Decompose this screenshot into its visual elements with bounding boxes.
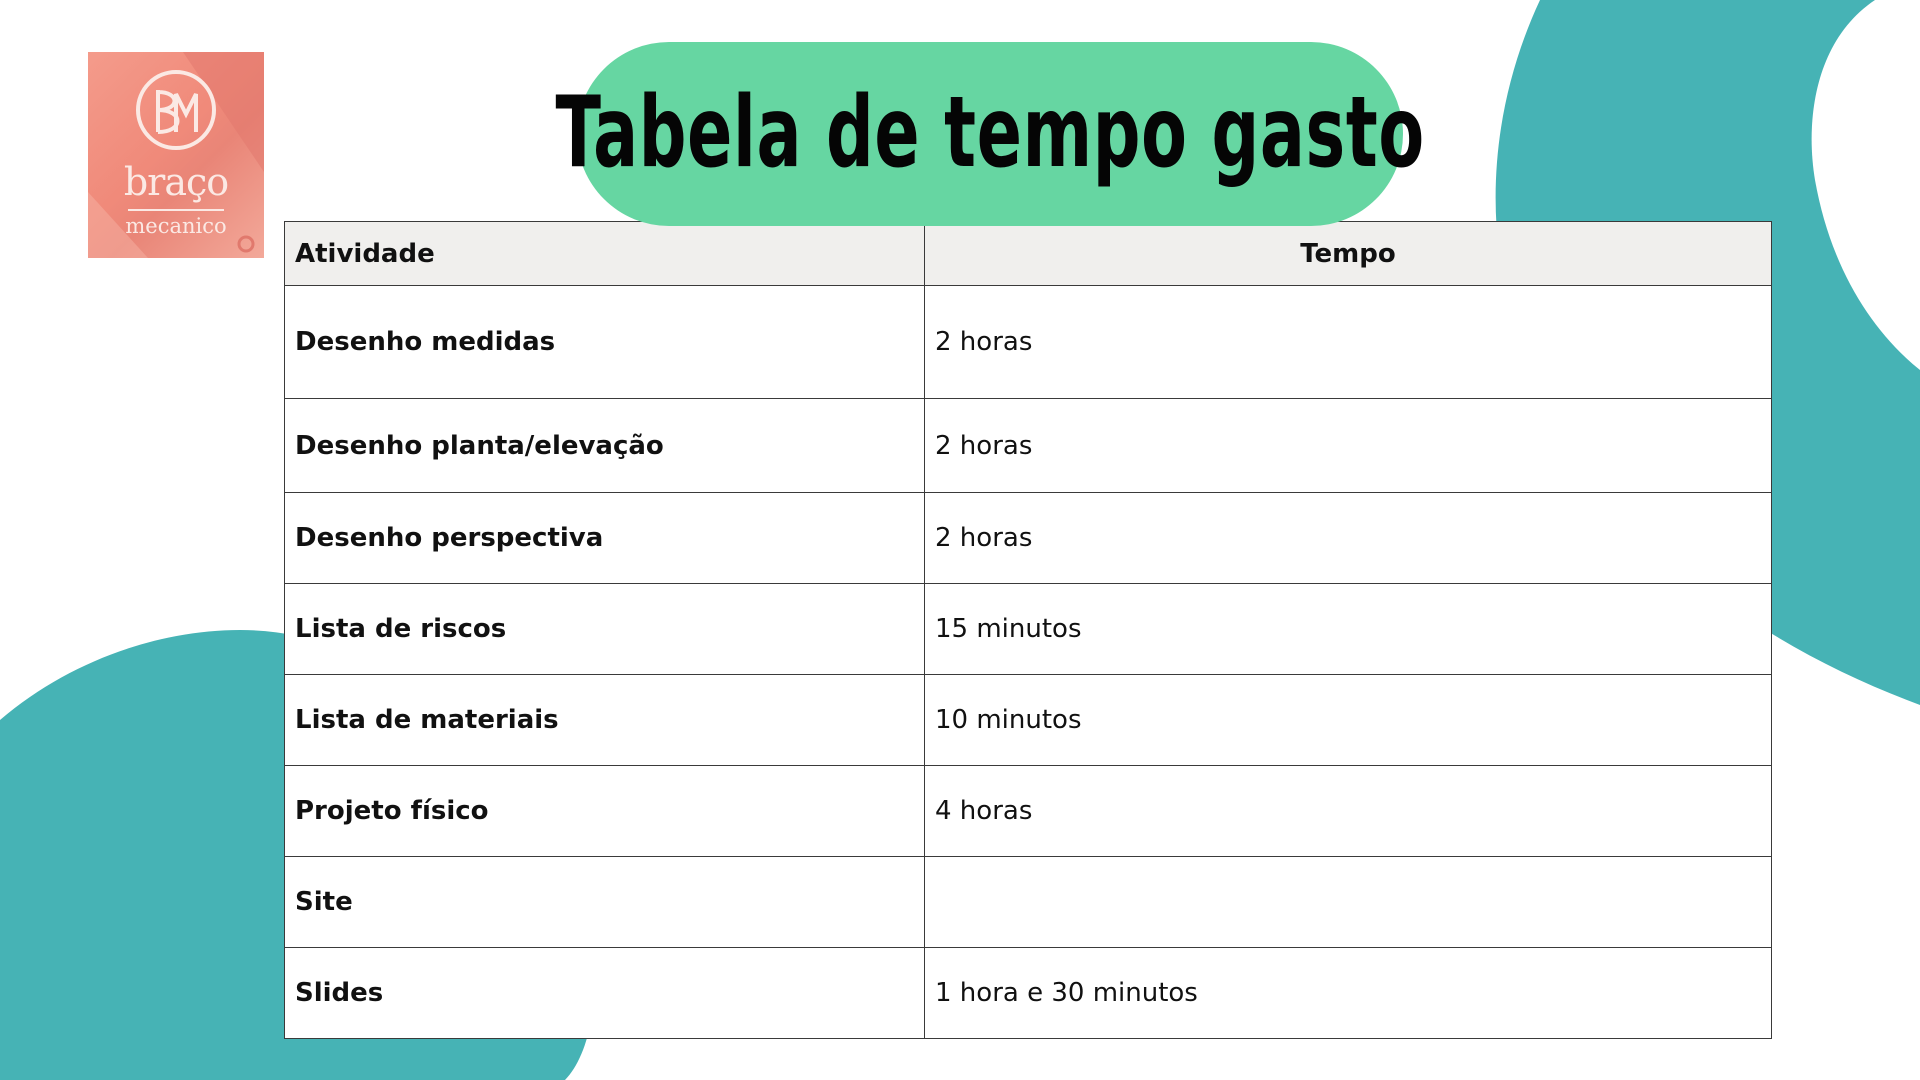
logo-word-braco: braço — [123, 160, 229, 204]
activity-cell: Desenho perspectiva — [284, 492, 925, 584]
table-row: Desenho perspectiva 2 horas — [284, 492, 1772, 584]
logo-word-mecanico: mecanico — [125, 214, 227, 238]
activity-cell: Desenho planta/elevação — [284, 398, 925, 493]
table-header-row: Atividade Tempo — [284, 221, 1772, 286]
table-row: Lista de riscos 15 minutos — [284, 583, 1772, 675]
time-cell — [924, 856, 1772, 948]
time-cell: 4 horas — [924, 765, 1772, 857]
header-tempo: Tempo — [924, 221, 1772, 286]
title-banner: Tabela de tempo gasto — [555, 42, 1424, 226]
activity-cell: Lista de materiais — [284, 674, 925, 766]
time-cell: 2 horas — [924, 492, 1772, 584]
logo: braço mecanico — [88, 52, 264, 258]
activity-cell: Site — [284, 856, 925, 948]
page-title: Tabela de tempo gasto — [555, 76, 1425, 190]
time-cell: 1 hora e 30 minutos — [924, 947, 1772, 1039]
table-row: Desenho planta/elevação 2 horas — [284, 398, 1772, 493]
time-cell: 10 minutos — [924, 674, 1772, 766]
activity-cell: Slides — [284, 947, 925, 1039]
header-atividade: Atividade — [284, 221, 925, 286]
activity-cell: Projeto físico — [284, 765, 925, 857]
table-row: Slides 1 hora e 30 minutos — [284, 947, 1772, 1039]
time-table: Atividade Tempo Desenho medidas 2 horas … — [284, 221, 1772, 1039]
table-row: Desenho medidas 2 horas — [284, 285, 1772, 399]
time-cell: 2 horas — [924, 285, 1772, 399]
time-cell: 15 minutos — [924, 583, 1772, 675]
time-table-container: Atividade Tempo Desenho medidas 2 horas … — [284, 221, 1772, 1039]
activity-cell: Lista de riscos — [284, 583, 925, 675]
table-row: Site — [284, 856, 1772, 948]
logo-divider — [128, 209, 224, 211]
activity-cell: Desenho medidas — [284, 285, 925, 399]
table-row: Lista de materiais 10 minutos — [284, 674, 1772, 766]
table-row: Projeto físico 4 horas — [284, 765, 1772, 857]
time-cell: 2 horas — [924, 398, 1772, 493]
